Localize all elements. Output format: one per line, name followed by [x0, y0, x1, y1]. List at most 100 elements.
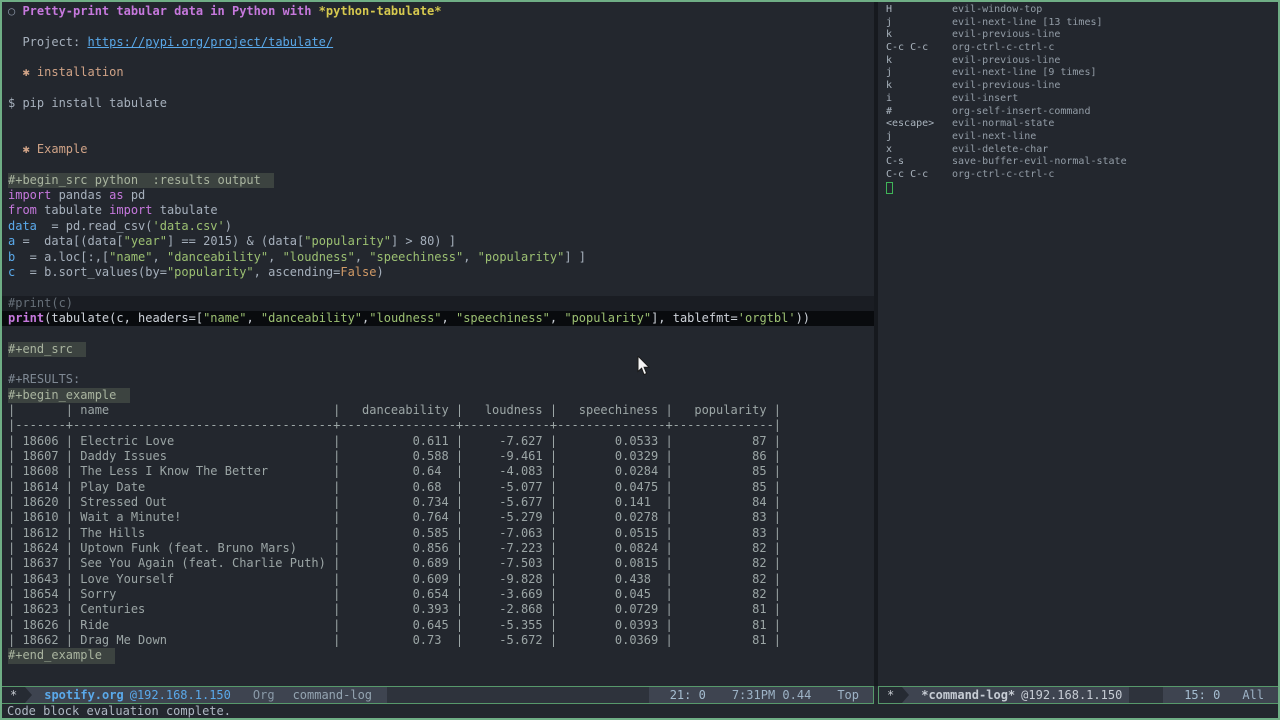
key-combo: #	[886, 105, 893, 117]
org-block-keyword: #+end_src	[8, 341, 87, 357]
table-line: | 18662 | Drag Me Down | 0.73 | -5.672 |…	[8, 633, 782, 648]
buffer-line: a = data[(data["year"] == 2015) & (data[…	[8, 234, 456, 249]
command-log-entry: # org-self-insert-command	[878, 106, 1278, 119]
org-buffer: ○ Pretty-print tabular data in Python wi…	[2, 4, 874, 664]
command-log-list: Hevil-window-top j evil-next-line [13 time…	[878, 4, 1278, 182]
command-log-entry: k evil-previous-line	[878, 80, 1278, 93]
buffer-line: #print(c)	[2, 295, 874, 311]
command-name: evil-next-line [9 times]	[952, 67, 1097, 79]
command-log-entry: k evil-previous-line	[878, 29, 1278, 42]
org-block-keyword: #+begin_src python :results output	[8, 172, 275, 189]
scroll-position: Top	[837, 688, 859, 702]
key-combo: i	[886, 92, 893, 104]
table-line: | | name | danceability | loudness | spe…	[8, 402, 782, 417]
buffer-line	[2, 50, 874, 65]
key-combo: C-c C-c	[886, 168, 929, 180]
cursor-position: 21: 0	[669, 688, 706, 702]
table-line: | 18654 | Sorry | 0.654 | -3.669 | 0.045…	[8, 587, 782, 602]
buffer-host: @192.168.1.150	[129, 688, 231, 702]
buffer-line: from tabulate import tabulate	[8, 203, 218, 218]
scroll-position: All	[1242, 688, 1264, 702]
command-log-entry: C-c C-c org-ctrl-c-ctrl-c	[878, 169, 1278, 182]
buffer-line	[2, 357, 874, 372]
table-line: | 18608 | The Less I Know The Better | 0…	[8, 464, 782, 479]
command-log-entry: j evil-next-line [9 times]	[878, 67, 1278, 80]
buffer-line	[2, 127, 874, 142]
table-line: | 18610 | Wait a Minute! | 0.764 | -5.27…	[8, 510, 782, 525]
command-log-entry: Hevil-window-top	[878, 4, 1278, 17]
powerline-separator-icon	[648, 687, 656, 703]
buffer-line	[2, 157, 874, 172]
modified-indicator: *	[879, 687, 903, 703]
modeline-right: * *command-log* @192.168.1.150 15: 0 All	[878, 686, 1278, 704]
command-name: evil-previous-line	[952, 29, 1061, 41]
powerline-separator-icon	[380, 687, 388, 703]
command-log-entry: x evil-delete-char	[878, 144, 1278, 157]
table-line: | 18620 | Stressed Out | 0.734 | -5.677 …	[8, 495, 782, 509]
table-line: | 18607 | Daddy Issues | 0.588 | -9.461 …	[8, 448, 782, 463]
buffer-name[interactable]: *command-log*	[921, 688, 1015, 702]
echo-area[interactable]: Code block evaluation complete.	[2, 704, 1278, 718]
table-line: | 18624 | Uptown Funk (feat. Bruno Mars)…	[8, 541, 782, 556]
buffer-line	[2, 19, 874, 34]
command-log-entry: k evil-previous-line	[878, 55, 1278, 68]
command-log-window[interactable]: Hevil-window-top j evil-next-line [13 time…	[878, 2, 1278, 686]
table-line: | 18643 | Love Yourself | 0.609 | -9.828…	[8, 571, 782, 586]
table-line: | 18637 | See You Again (feat. Charlie P…	[8, 556, 782, 571]
text-cursor	[886, 182, 893, 194]
key-combo: k	[886, 80, 893, 92]
buffer-line	[2, 326, 874, 341]
modeline-spacer	[1129, 687, 1164, 703]
buffer-line: b = a.loc[:,["name", "danceability", "lo…	[8, 249, 587, 264]
command-name: evil-normal-state	[952, 118, 1055, 130]
modeline-left: * spotify.org @192.168.1.150 Org command…	[2, 686, 874, 704]
powerline-separator-icon	[1122, 687, 1130, 703]
command-log-entry: j evil-next-line [13 times]	[878, 17, 1278, 30]
org-block-keyword: #+begin_example	[8, 387, 130, 403]
key-combo: <escape>	[886, 118, 935, 130]
command-name: evil-previous-line	[952, 54, 1061, 66]
buffer-line: #+RESULTS:	[8, 372, 81, 387]
buffer-line	[2, 81, 874, 96]
buffer-host: @192.168.1.150	[1021, 688, 1123, 702]
echo-message: Code block evaluation complete.	[7, 704, 231, 718]
minor-mode-label[interactable]: command-log	[293, 688, 372, 702]
project-link[interactable]: https://pypi.org/project/tabulate/	[87, 35, 333, 49]
buffer-name[interactable]: spotify.org	[44, 688, 123, 702]
org-buffer-window[interactable]: ○ Pretty-print tabular data in Python wi…	[2, 2, 874, 686]
command-name: evil-delete-char	[952, 143, 1049, 155]
buffer-line: ✱ Example	[8, 142, 88, 157]
major-mode-label[interactable]: Org	[253, 688, 275, 702]
key-combo: j	[886, 130, 893, 142]
buffer-line: #+begin_example	[2, 387, 874, 403]
key-combo: k	[886, 54, 893, 66]
command-name: evil-next-line	[952, 130, 1037, 142]
buffer-line: Project: https://pypi.org/project/tabula…	[8, 34, 334, 49]
command-name: evil-previous-line	[952, 80, 1061, 92]
table-line: | 18606 | Electric Love | 0.611 | -7.627…	[8, 433, 782, 448]
buffer-line: #+begin_src python :results output	[2, 172, 874, 189]
table-line: | 18614 | Play Date | 0.68 | -5.077 | 0.…	[8, 479, 782, 494]
command-name: org-ctrl-c-ctrl-c	[952, 42, 1055, 54]
command-name: evil-next-line [13 times]	[952, 16, 1103, 28]
table-line: | 18623 | Centuries | 0.393 | -2.868 | 0…	[8, 602, 782, 617]
key-combo: C-s	[886, 156, 905, 168]
buffer-line	[2, 111, 874, 126]
powerline-separator-icon	[25, 687, 33, 703]
modified-indicator: *	[2, 687, 26, 703]
table-line: |-------+-------------------------------…	[8, 418, 782, 433]
buffer-line: data = pd.read_csv('data.csv')	[8, 218, 232, 233]
buffer-line: c = b.sort_values(by="popularity", ascen…	[8, 264, 384, 279]
org-block-keyword: #+end_example	[8, 648, 116, 664]
cursor-position: 15: 0	[1184, 688, 1221, 702]
key-combo: x	[886, 143, 893, 155]
key-combo: C-c C-c	[886, 42, 929, 54]
buffer-line: print(tabulate(c, headers=["name", "danc…	[2, 310, 874, 327]
buffer-line	[2, 280, 874, 295]
emacs-frame: ○ Pretty-print tabular data in Python wi…	[0, 0, 1280, 720]
table-line: | 18612 | The Hills | 0.585 | -7.063 | 0…	[8, 525, 782, 540]
command-log-entry: C-c C-c org-ctrl-c-ctrl-c	[878, 42, 1278, 55]
modeline-spacer	[387, 687, 649, 703]
key-combo: H	[886, 4, 893, 15]
buffer-line: ○ Pretty-print tabular data in Python wi…	[8, 4, 442, 18]
